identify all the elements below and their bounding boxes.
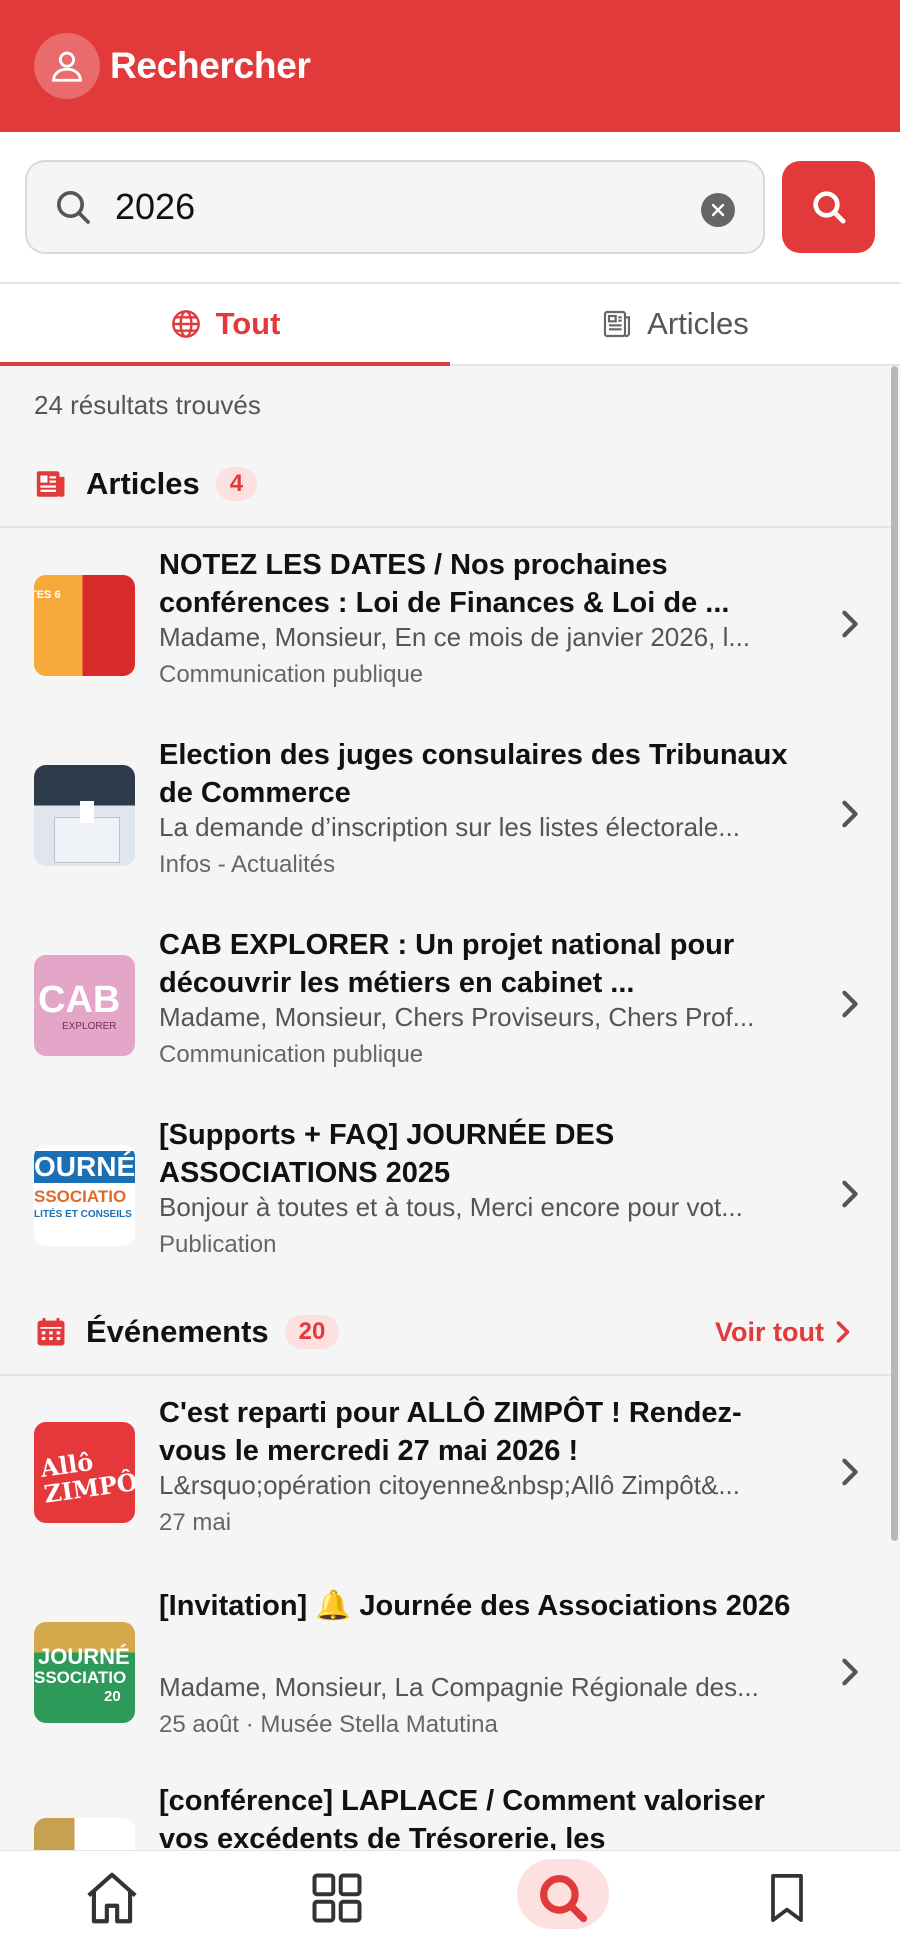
chevron-right-icon — [842, 1458, 858, 1486]
article-excerpt: Madame, Monsieur, Chers Proviseurs, Cher… — [159, 1002, 755, 1032]
article-thumbnail: OURNÉ SSOCIATIO LITÉS ET CONSEILS 20 — [34, 1145, 135, 1246]
search-icon — [57, 191, 90, 224]
grid-icon — [312, 1873, 362, 1923]
chevron-right-icon — [842, 610, 858, 638]
thumbnail-text: JOURNÉ — [38, 1644, 130, 1669]
search-icon — [540, 1875, 588, 1923]
article-excerpt: Madame, Monsieur, En ce mois de janvier … — [159, 622, 751, 652]
tab-all[interactable]: Tout — [0, 284, 450, 366]
article-title: CAB EXPLORER : Un projet national pour d… — [159, 929, 735, 999]
event-item[interactable]: [conférence] LAPLACE / Comment valoriser… — [0, 1768, 892, 1850]
event-excerpt: Madame, Monsieur, La Compagnie Régionale… — [159, 1672, 759, 1702]
event-item[interactable]: Allô ZIMPÔT C'est reparti pour ALLÔ ZIMP… — [0, 1376, 892, 1566]
close-icon — [711, 203, 725, 217]
globe-icon — [171, 310, 200, 338]
filter-tabs: Tout Articles — [0, 284, 900, 366]
event-title: [Invitation] 🔔 Journée des Associations … — [159, 1590, 791, 1622]
bookmark-icon — [771, 1873, 803, 1923]
nav-categories[interactable] — [302, 1863, 372, 1933]
article-category: Publication — [159, 1231, 277, 1258]
app-header: Rechercher — [0, 0, 900, 132]
thumbnail-text: LITÉS ET CONSEILS 20 — [34, 1209, 135, 1220]
home-icon — [87, 1872, 137, 1924]
article-excerpt: La demande d’inscription sur les listes … — [159, 812, 740, 842]
results-list[interactable]: 24 résultats trouvés Articles 4 TES 6 NO… — [0, 366, 892, 1850]
thumbnail-text: CAB — [38, 979, 121, 1021]
article-thumbnail: CAB EXPLORER — [34, 955, 135, 1056]
scrollbar[interactable] — [891, 366, 898, 1541]
chevron-right-icon — [842, 1180, 858, 1208]
article-item[interactable]: OURNÉ SSOCIATIO LITÉS ET CONSEILS 20 [Su… — [0, 1098, 892, 1288]
tab-articles[interactable]: Articles — [450, 284, 900, 364]
articles-section-header: Articles 4 — [0, 444, 892, 524]
article-excerpt: Bonjour à toutes et à tous, Merci encore… — [159, 1192, 743, 1222]
profile-avatar-button[interactable] — [34, 33, 100, 99]
article-item[interactable]: CAB EXPLORER CAB EXPLORER : Un projet na… — [0, 908, 892, 1098]
see-all-events-link[interactable]: Voir tout — [715, 1317, 852, 1348]
articles-count-badge: 4 — [215, 467, 258, 501]
thumbnail-text: SSOCIATIO — [34, 1187, 127, 1206]
chevron-right-icon — [842, 800, 858, 828]
nav-bookmarks[interactable] — [752, 1863, 822, 1933]
thumbnail-text: OURNÉ — [34, 1151, 135, 1183]
event-title: C'est reparti pour ALLÔ ZIMPÔT ! Rendez-… — [159, 1397, 742, 1467]
event-date: 27 mai — [159, 1509, 232, 1536]
event-thumbnail — [34, 1818, 135, 1850]
chevron-right-icon — [842, 1658, 858, 1686]
newspaper-icon — [604, 310, 631, 338]
article-thumbnail: TES 6 — [34, 575, 135, 676]
calendar-icon — [37, 1317, 65, 1346]
article-title: NOTEZ LES DATES / Nos prochaines confére… — [159, 549, 730, 619]
event-item[interactable]: JOURNÉ SSOCIATIO 20 [Invitation] 🔔 Journ… — [0, 1572, 892, 1762]
chevron-right-icon — [836, 1321, 850, 1343]
results-count: 24 résultats trouvés — [34, 390, 261, 420]
event-thumbnail: JOURNÉ SSOCIATIO 20 — [34, 1622, 135, 1723]
nav-home[interactable] — [77, 1863, 147, 1933]
thumbnail-text: Allô ZIMPÔT — [38, 1446, 135, 1509]
search-icon — [812, 191, 845, 224]
events-section-header: Événements 20 Voir tout — [0, 1292, 892, 1372]
article-category: Communication publique — [159, 661, 424, 688]
clear-search-button[interactable] — [701, 193, 735, 227]
thumbnail-text: 20 — [104, 1688, 121, 1705]
search-submit-button[interactable] — [782, 161, 875, 253]
tab-all-label: Tout — [215, 306, 281, 341]
user-icon — [52, 51, 82, 82]
event-date-location: 25 août · Musée Stella Matutina — [159, 1711, 498, 1738]
tab-articles-label: Articles — [647, 306, 749, 341]
article-item[interactable]: Election des juges consulaires des Tribu… — [0, 718, 892, 908]
see-all-label: Voir tout — [715, 1316, 824, 1347]
bottom-navigation — [0, 1850, 900, 1952]
article-category: Communication publique — [159, 1041, 424, 1068]
thumbnail-text: TES 6 — [34, 589, 61, 601]
nav-search[interactable] — [528, 1863, 598, 1933]
events-section-title: Événements — [86, 1314, 269, 1349]
article-title: Election des juges consulaires des Tribu… — [159, 739, 788, 809]
events-count-badge: 20 — [284, 1315, 340, 1349]
event-excerpt: L&rsquo;opération citoyenne&nbsp;Allô Zi… — [159, 1470, 741, 1500]
event-title: [conférence] LAPLACE / Comment valoriser… — [159, 1785, 765, 1850]
article-thumbnail — [34, 765, 135, 866]
article-category: Infos - Actualités — [159, 851, 336, 878]
article-title: [Supports + FAQ] JOURNÉE DES ASSOCIATION… — [159, 1119, 615, 1189]
search-bar — [0, 132, 900, 284]
articles-section-title: Articles — [86, 466, 200, 501]
chevron-right-icon — [842, 990, 858, 1018]
thumbnail-text: SSOCIATIO — [34, 1668, 127, 1687]
event-thumbnail: Allô ZIMPÔT — [34, 1422, 135, 1523]
thumbnail-text: EXPLORER — [62, 1021, 117, 1032]
search-input[interactable] — [113, 185, 677, 229]
newspaper-icon — [36, 471, 65, 497]
search-field-container[interactable] — [25, 160, 765, 254]
page-title: Rechercher — [110, 45, 311, 86]
article-item[interactable]: TES 6 NOTEZ LES DATES / Nos prochaines c… — [0, 528, 892, 718]
